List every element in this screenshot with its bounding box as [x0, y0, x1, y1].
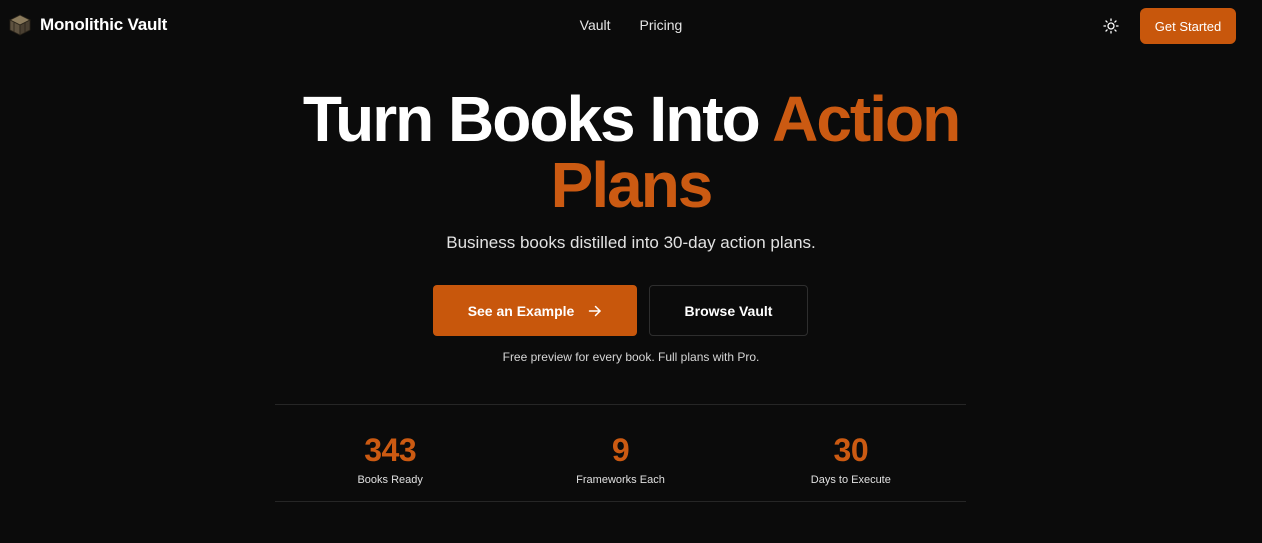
brand-link[interactable]: Monolithic Vault	[8, 13, 167, 37]
browse-vault-button[interactable]: Browse Vault	[649, 285, 808, 336]
hero-actions: See an Example Browse Vault	[433, 285, 808, 336]
hero-title-plain: Turn Books Into	[302, 83, 773, 155]
arrow-right-icon	[589, 305, 602, 316]
box-logo-icon	[9, 14, 31, 36]
main-nav: Vault Pricing	[0, 16, 1262, 34]
brand-name: Monolithic Vault	[40, 15, 168, 34]
stat-books: 343 Books Ready	[275, 405, 505, 501]
top-navbar: Monolithic Vault Vault Pricing Get Start…	[0, 0, 1262, 52]
theme-toggle-button[interactable]	[1101, 16, 1121, 36]
hero-title-accent-1: Action	[772, 83, 961, 155]
see-example-label: See an Example	[467, 302, 575, 319]
hero-title: Turn Books Into Action Plans	[0, 86, 1262, 218]
hero-title-accent-2: Plans	[550, 149, 714, 221]
sun-icon	[1103, 18, 1119, 34]
stat-days: 30 Days to Execute	[736, 405, 966, 501]
stat-value: 30	[833, 432, 869, 468]
get-started-button[interactable]: Get Started	[1140, 8, 1236, 44]
stat-label: Frameworks Each	[576, 474, 665, 486]
stat-frameworks: 9 Frameworks Each	[505, 405, 735, 501]
hero-title-line-1: Turn Books Into Action	[0, 86, 1262, 152]
hero-subtitle: Business books distilled into 30-day act…	[446, 233, 816, 252]
nav-link-pricing[interactable]: Pricing	[640, 16, 683, 34]
stat-value: 343	[364, 432, 417, 468]
pricing-note: Free preview for every book. Full plans …	[502, 350, 760, 364]
stats-divider-bottom	[275, 501, 966, 502]
stat-label: Days to Execute	[810, 474, 891, 486]
nav-link-vault[interactable]: Vault	[580, 16, 611, 34]
stats-section: 343 Books Ready 9 Frameworks Each 30 Day…	[275, 405, 966, 501]
see-example-button[interactable]: See an Example	[433, 285, 637, 336]
stat-value: 9	[611, 432, 630, 468]
stat-label: Books Ready	[357, 474, 423, 486]
